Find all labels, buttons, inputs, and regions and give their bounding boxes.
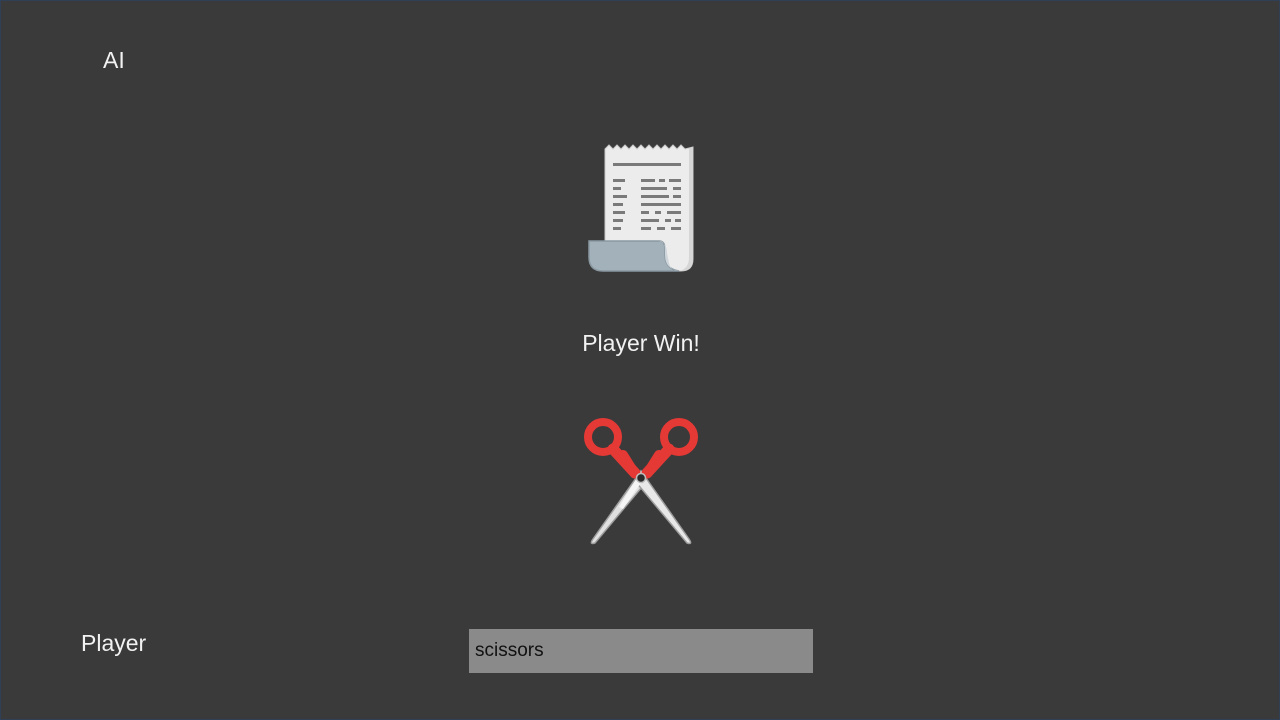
result-text: Player Win! xyxy=(582,330,700,356)
choice-input[interactable] xyxy=(469,629,813,673)
player-label: Player xyxy=(81,630,147,656)
ai-choice xyxy=(585,143,697,273)
ai-label: AI xyxy=(103,47,125,73)
game-board: AI Player Win! Player scissors xyxy=(0,0,1280,720)
player-choice xyxy=(579,415,703,547)
receipt-paper-icon xyxy=(588,144,694,272)
scissors-icon xyxy=(584,418,698,545)
